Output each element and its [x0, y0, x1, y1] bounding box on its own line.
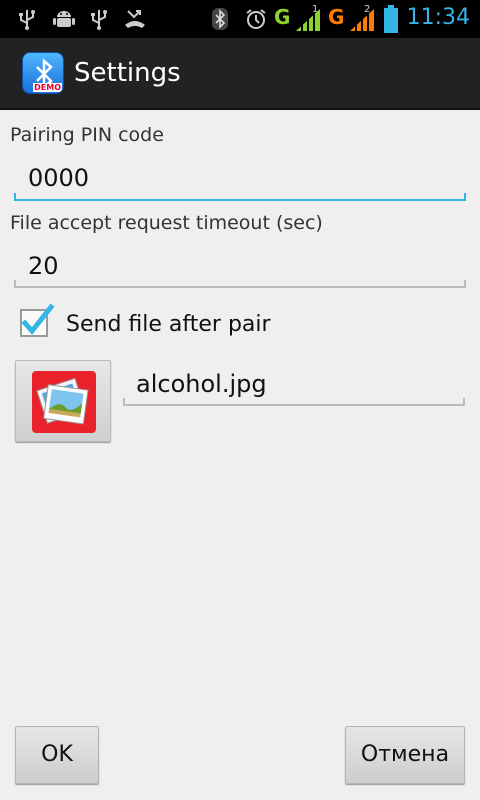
- clock: 11:34: [406, 5, 470, 30]
- missed-call-icon: [122, 7, 148, 35]
- checkmark-icon: [21, 303, 55, 335]
- usb-icon: [16, 7, 38, 35]
- send-after-pair-checkbox[interactable]: [20, 303, 55, 337]
- network-type-2: G: [328, 5, 345, 29]
- timeout-input-underline: [14, 280, 466, 288]
- bluetooth-icon: [210, 7, 230, 35]
- app-bluetooth-icon[interactable]: DEMO: [22, 52, 64, 94]
- choose-file-button[interactable]: [15, 360, 111, 442]
- pin-label: Pairing PIN code: [10, 124, 164, 146]
- action-bar: DEMO Settings: [0, 38, 480, 110]
- file-name-input[interactable]: alcohol.jpg: [136, 370, 267, 398]
- alarm-icon: [244, 7, 268, 35]
- battery-icon: [384, 5, 398, 37]
- cancel-button[interactable]: Отмена: [345, 726, 465, 784]
- network-type-1: G: [274, 5, 291, 29]
- timeout-label: File accept request timeout (sec): [10, 212, 323, 234]
- usb-icon: [88, 7, 110, 35]
- file-name-underline: [123, 398, 465, 406]
- android-debug-icon: [52, 7, 76, 35]
- timeout-input[interactable]: 20: [28, 252, 59, 280]
- demo-badge: DEMO: [33, 83, 62, 92]
- ok-button-label: OK: [41, 742, 73, 767]
- sim-2-label: 2: [364, 4, 371, 15]
- sim-1-label: 1: [312, 4, 319, 15]
- status-bar: G 1 G 2 11:34: [0, 0, 480, 38]
- pin-input[interactable]: 0000: [28, 164, 89, 192]
- send-after-pair-label[interactable]: Send file after pair: [66, 312, 271, 337]
- page-title: Settings: [74, 58, 181, 88]
- cancel-button-label: Отмена: [360, 742, 450, 767]
- pin-input-underline: [14, 193, 466, 201]
- gallery-icon: [32, 371, 96, 433]
- ok-button[interactable]: OK: [15, 726, 99, 784]
- signal-icon: [348, 7, 376, 37]
